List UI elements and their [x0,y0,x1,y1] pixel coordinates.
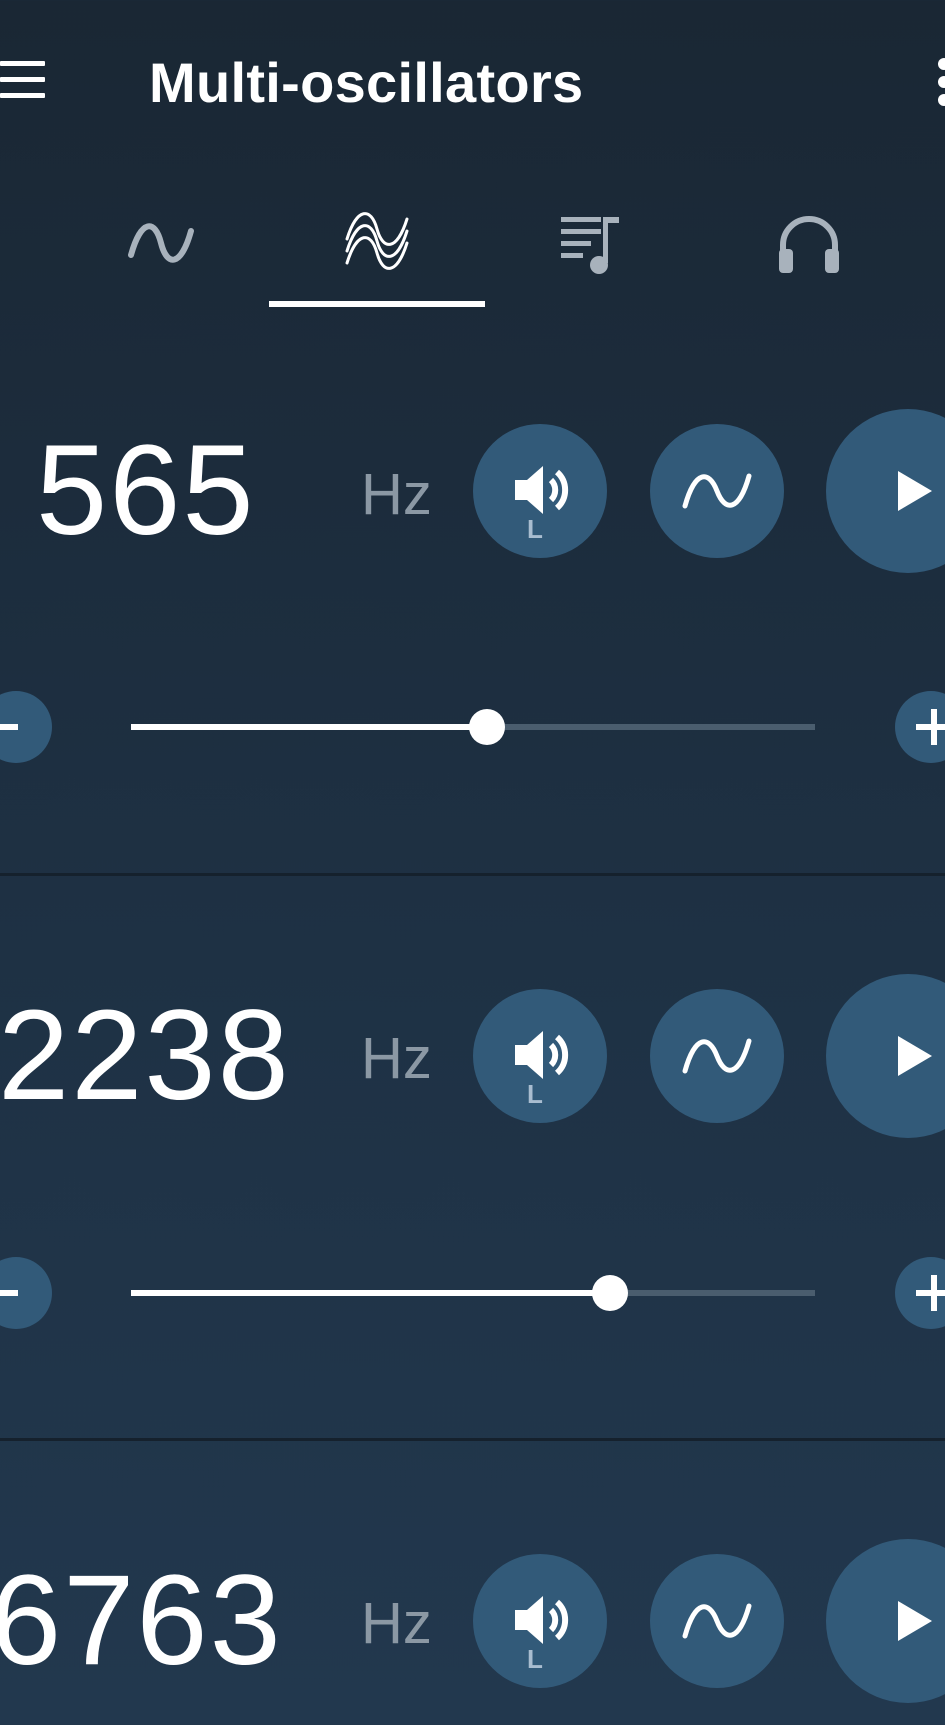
playlist-icon [561,217,619,274]
tab-multi-oscillators[interactable] [269,165,485,310]
headphones-icon [779,216,839,273]
increase-button[interactable] [895,691,945,763]
channel-button[interactable]: L [473,1554,607,1688]
tab-playlist[interactable] [485,165,701,310]
channel-label: L [527,1644,543,1674]
slider-thumb[interactable] [591,1275,628,1311]
plus-icon-vertical [931,709,937,745]
oscillator-row: 565 Hz L [0,310,945,875]
decrease-button[interactable] [0,1257,52,1329]
single-wave-icon [128,223,194,263]
multi-wave-icon [345,212,409,270]
tab-indicator [269,301,485,307]
plus-icon-vertical [931,1275,937,1311]
play-icon [898,1601,932,1641]
frequency-slider[interactable] [131,709,815,745]
sine-wave-icon [682,1038,752,1074]
menu-icon[interactable] [0,58,46,102]
slider-fill [131,1290,610,1296]
waveform-button[interactable] [650,989,784,1123]
tab-headphones[interactable] [701,165,917,310]
increase-button[interactable] [895,1257,945,1329]
minus-icon [0,1290,18,1296]
frequency-slider[interactable] [131,1275,815,1311]
channel-button[interactable]: L [473,424,607,558]
sine-wave-icon [682,473,752,509]
app-bar: Multi-oscillators [0,0,945,165]
frequency-unit: Hz [361,1026,432,1091]
play-icon [898,1036,932,1076]
channel-button[interactable]: L [473,989,607,1123]
page-title: Multi-oscillators [149,51,584,114]
slider-thumb[interactable] [468,709,505,745]
waveform-button[interactable] [650,424,784,558]
overflow-menu-icon[interactable] [938,56,945,108]
play-button[interactable] [826,1539,945,1703]
minus-icon [0,724,18,730]
slider-fill [131,724,487,730]
play-button[interactable] [826,974,945,1138]
channel-label: L [527,514,543,544]
play-icon [898,471,932,511]
decrease-button[interactable] [0,691,52,763]
frequency-unit: Hz [361,1591,432,1656]
play-button[interactable] [826,409,945,573]
oscillator-row: 6763 Hz L [0,1441,945,1725]
tab-bar [0,165,945,310]
frequency-unit: Hz [361,462,432,527]
frequency-value[interactable]: 565 [36,426,256,556]
oscillator-row: 2238 Hz L [0,876,945,1441]
sine-wave-icon [682,1603,752,1639]
tab-single-oscillator[interactable] [53,165,269,310]
frequency-value[interactable]: 2238 [0,991,291,1121]
waveform-button[interactable] [650,1554,784,1688]
channel-label: L [527,1079,543,1109]
frequency-value[interactable]: 6763 [0,1556,283,1686]
